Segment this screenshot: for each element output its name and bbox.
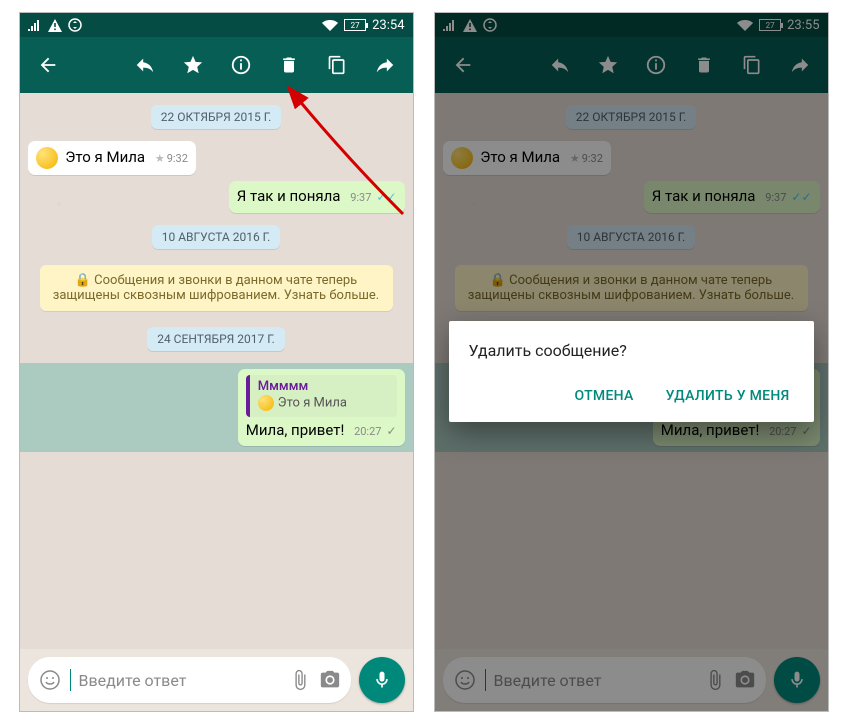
battery-level: 27 <box>351 21 360 30</box>
date-separator: 24 СЕНТЯБРЯ 2017 Г. <box>147 327 285 351</box>
delete-button[interactable] <box>267 43 311 87</box>
date-separator: 22 ОКТЯБРЯ 2015 Г. <box>151 105 282 129</box>
dialog-delete-button[interactable]: УДАЛИТЬ У МЕНЯ <box>662 380 794 412</box>
app-bar <box>20 37 413 93</box>
reply-quote-name: Ммммм <box>258 379 389 396</box>
read-checks-icon: ✓✓ <box>373 190 396 204</box>
wifi-icon <box>322 19 338 31</box>
message-text: Это я Мила <box>65 148 145 166</box>
attach-icon[interactable] <box>289 669 311 691</box>
signal-icon <box>28 19 42 31</box>
star-button[interactable] <box>171 43 215 87</box>
forward-button[interactable] <box>363 43 407 87</box>
message-time: 9:32 <box>167 152 188 165</box>
emoji-sick-icon <box>258 395 274 411</box>
selected-message-band: Ммммм Это я Мила Мила, привет! 20:27 ✓ <box>20 363 413 453</box>
message-time: 9:37 <box>350 191 371 204</box>
camera-icon[interactable] <box>319 669 341 691</box>
reply-quote-text: Это я Мила <box>278 396 347 411</box>
mic-button[interactable] <box>359 657 405 703</box>
input-bar: Введите ответ <box>20 649 413 711</box>
reply-button[interactable] <box>123 43 167 87</box>
screenshot-left: 27 23:54 22 ОКТЯБРЯ 2015 Г. <box>19 12 414 712</box>
status-time: 23:54 <box>372 18 404 33</box>
text-cursor <box>70 669 71 691</box>
battery-icon: 27 <box>344 19 366 31</box>
dialog-cancel-button[interactable]: ОТМЕНА <box>570 380 637 412</box>
message-input[interactable]: Введите ответ <box>28 657 351 703</box>
status-bar: 27 23:54 <box>20 13 413 37</box>
message-time: 20:27 <box>354 425 381 438</box>
message-outgoing[interactable]: Я так и поняла 9:37 ✓✓ <box>229 181 405 213</box>
date-separator: 10 АВГУСТА 2016 Г. <box>152 225 281 249</box>
sent-check-icon: ✓ <box>383 424 396 438</box>
message-incoming[interactable]: Это я Мила ★9:32 <box>28 141 196 175</box>
back-button[interactable] <box>26 43 70 87</box>
warning-icon <box>48 19 62 32</box>
delete-dialog: Удалить сообщение? ОТМЕНА УДАЛИТЬ У МЕНЯ <box>449 321 814 422</box>
sync-icon <box>68 18 82 32</box>
message-text: Мила, привет! <box>246 421 345 439</box>
chat-body[interactable]: 22 ОКТЯБРЯ 2015 Г. Это я Мила ★9:32 Я та… <box>20 93 413 649</box>
screenshot-right: 27 23:55 22 ОКТЯБРЯ 2015 Г. Это я Мила ★… <box>434 12 829 712</box>
info-button[interactable] <box>219 43 263 87</box>
dialog-title: Удалить сообщение? <box>469 341 794 360</box>
message-outgoing-selected[interactable]: Ммммм Это я Мила Мила, привет! 20:27 ✓ <box>238 369 405 447</box>
reply-quote: Ммммм Это я Мила <box>246 375 397 417</box>
starred-icon: ★ <box>155 152 165 165</box>
encryption-notice[interactable]: 🔒 Сообщения и звонки в данном чате тепер… <box>40 265 393 311</box>
emoji-kiss-icon <box>36 147 58 169</box>
message-text: Я так и поняла <box>237 187 341 205</box>
emoji-picker-icon[interactable] <box>38 668 62 692</box>
input-placeholder: Введите ответ <box>79 671 281 690</box>
copy-button[interactable] <box>315 43 359 87</box>
